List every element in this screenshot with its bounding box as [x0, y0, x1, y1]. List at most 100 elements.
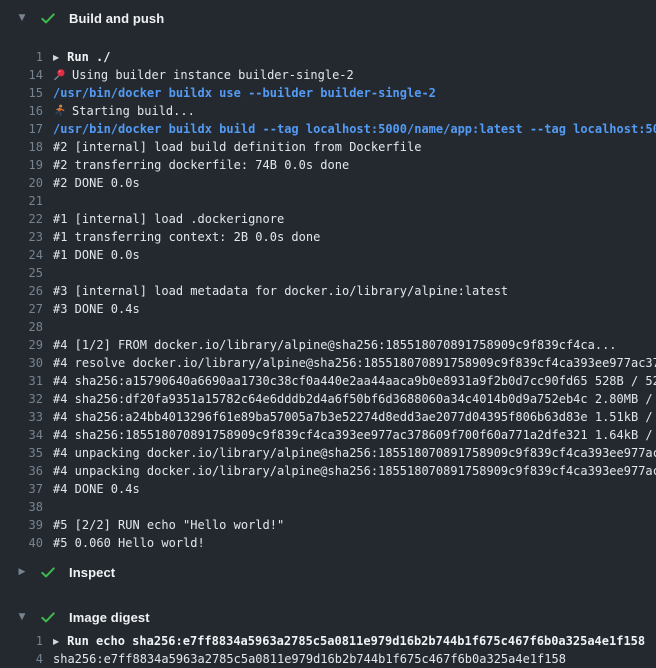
log-line: 32 #4 sha256:df20fa9351a15782c64e6dddb2d… [0, 390, 656, 408]
section-title: Image digest [69, 610, 150, 625]
line-number[interactable]: 1 [0, 48, 43, 66]
line-number[interactable]: 27 [0, 300, 43, 318]
line-number[interactable]: 20 [0, 174, 43, 192]
log-line: 26 #3 [internal] load metadata for docke… [0, 282, 656, 300]
log-line: 16 Starting build... [0, 102, 656, 120]
line-number[interactable]: 35 [0, 444, 43, 462]
log-line: 1 ▶Run ./ [0, 48, 656, 66]
log-text: #4 sha256:df20fa9351a15782c64e6dddb2d4a6… [53, 390, 656, 408]
line-number[interactable]: 16 [0, 102, 43, 120]
log-line: 37 #4 DONE 0.4s [0, 480, 656, 498]
log-text [53, 318, 656, 336]
log-text: #4 sha256:185518070891758909c9f839cf4ca3… [53, 426, 656, 444]
line-number[interactable]: 37 [0, 480, 43, 498]
log-text: #2 DONE 0.0s [53, 174, 656, 192]
log-line: 36 #4 unpacking docker.io/library/alpine… [0, 462, 656, 480]
line-number[interactable]: 18 [0, 138, 43, 156]
log-line: 4 sha256:e7ff8834a5963a2785c5a0811e979d1… [0, 650, 656, 668]
section-header-inspect[interactable]: ▶ Inspect [0, 562, 656, 582]
chevron-down-icon: ▼ [16, 14, 28, 23]
log-group-toggle[interactable]: ▶Run echo sha256:e7ff8834a5963a2785c5a08… [53, 632, 656, 650]
chevron-down-icon: ▼ [16, 613, 28, 622]
log-line: 14 Using builder instance builder-single… [0, 66, 656, 84]
line-number[interactable]: 23 [0, 228, 43, 246]
log-text: #1 [internal] load .dockerignore [53, 210, 656, 228]
log-line: 24 #1 DONE 0.0s [0, 246, 656, 264]
line-number[interactable]: 32 [0, 390, 43, 408]
log-text: #4 sha256:a24bb4013296f61e89ba57005a7b3e… [53, 408, 656, 426]
log-section-image-digest: ▼ Image digest 1 ▶Run echo sha256:e7ff88… [0, 607, 656, 668]
check-success-icon [41, 612, 55, 623]
line-number[interactable]: 28 [0, 318, 43, 336]
section-log-lines: 1 ▶Run ./ 14 Using builder instance buil… [0, 48, 656, 552]
line-number[interactable]: 29 [0, 336, 43, 354]
line-number[interactable]: 17 [0, 120, 43, 138]
line-number[interactable]: 14 [0, 66, 43, 84]
line-number[interactable]: 24 [0, 246, 43, 264]
log-text: /usr/bin/docker buildx use --builder bui… [53, 84, 656, 102]
check-success-icon [41, 13, 55, 24]
log-line: 23 #1 transferring context: 2B 0.0s done [0, 228, 656, 246]
line-number[interactable]: 39 [0, 516, 43, 534]
log-text [53, 264, 656, 282]
log-text: /usr/bin/docker buildx build --tag local… [53, 120, 656, 138]
line-number[interactable]: 34 [0, 426, 43, 444]
log-line: 22 #1 [internal] load .dockerignore [0, 210, 656, 228]
log-text: #5 [2/2] RUN echo "Hello world!" [53, 516, 656, 534]
log-line: 1 ▶Run echo sha256:e7ff8834a5963a2785c5a… [0, 632, 656, 650]
line-number[interactable]: 36 [0, 462, 43, 480]
section-header-build-and-push[interactable]: ▼ Build and push [0, 8, 656, 28]
log-text: sha256:e7ff8834a5963a2785c5a0811e979d16b… [53, 650, 656, 668]
log-line: 31 #4 sha256:a15790640a6690aa1730c38cf0a… [0, 372, 656, 390]
log-text: #4 DONE 0.4s [53, 480, 656, 498]
line-number[interactable]: 38 [0, 498, 43, 516]
play-icon: ▶ [53, 49, 59, 66]
log-text: #4 unpacking docker.io/library/alpine@sh… [53, 462, 656, 480]
log-line: 35 #4 unpacking docker.io/library/alpine… [0, 444, 656, 462]
line-number[interactable]: 33 [0, 408, 43, 426]
log-text: #4 [1/2] FROM docker.io/library/alpine@s… [53, 336, 656, 354]
log-line: 28 [0, 318, 656, 336]
workflow-log-panel: ▼ Build and push 1 ▶Run ./ 14 Using buil… [0, 0, 656, 668]
section-header-image-digest[interactable]: ▼ Image digest [0, 607, 656, 627]
log-text: Starting build... [53, 102, 656, 120]
log-line: 21 [0, 192, 656, 210]
log-text [53, 498, 656, 516]
line-number[interactable]: 19 [0, 156, 43, 174]
log-line: 19 #2 transferring dockerfile: 74B 0.0s … [0, 156, 656, 174]
log-section-build-and-push: ▼ Build and push 1 ▶Run ./ 14 Using buil… [0, 8, 656, 552]
log-line: 15 /usr/bin/docker buildx use --builder … [0, 84, 656, 102]
section-title: Build and push [69, 11, 164, 26]
line-number[interactable]: 15 [0, 84, 43, 102]
log-line: 34 #4 sha256:185518070891758909c9f839cf4… [0, 426, 656, 444]
log-group-toggle[interactable]: ▶Run ./ [53, 48, 656, 66]
log-line: 40 #5 0.060 Hello world! [0, 534, 656, 552]
log-text: #1 transferring context: 2B 0.0s done [53, 228, 656, 246]
line-number[interactable]: 26 [0, 282, 43, 300]
log-line: 38 [0, 498, 656, 516]
log-text: Using builder instance builder-single-2 [53, 66, 656, 84]
log-line: 30 #4 resolve docker.io/library/alpine@s… [0, 354, 656, 372]
pushpin-icon [53, 68, 66, 81]
line-number[interactable]: 31 [0, 372, 43, 390]
line-number[interactable]: 1 [0, 632, 43, 650]
line-number[interactable]: 40 [0, 534, 43, 552]
log-text: #3 [internal] load metadata for docker.i… [53, 282, 656, 300]
log-text: #1 DONE 0.0s [53, 246, 656, 264]
runner-icon [53, 104, 66, 117]
chevron-right-icon: ▶ [16, 568, 28, 577]
line-number[interactable]: 30 [0, 354, 43, 372]
log-line: 25 [0, 264, 656, 282]
log-text: #4 unpacking docker.io/library/alpine@sh… [53, 444, 656, 462]
line-number[interactable]: 25 [0, 264, 43, 282]
line-number[interactable]: 21 [0, 192, 43, 210]
log-text: #5 0.060 Hello world! [53, 534, 656, 552]
log-text: #2 [internal] load build definition from… [53, 138, 656, 156]
log-text [53, 192, 656, 210]
log-line: 39 #5 [2/2] RUN echo "Hello world!" [0, 516, 656, 534]
section-log-lines: 1 ▶Run echo sha256:e7ff8834a5963a2785c5a… [0, 632, 656, 668]
section-title: Inspect [69, 565, 115, 580]
check-success-icon [41, 567, 55, 578]
line-number[interactable]: 4 [0, 650, 43, 668]
line-number[interactable]: 22 [0, 210, 43, 228]
